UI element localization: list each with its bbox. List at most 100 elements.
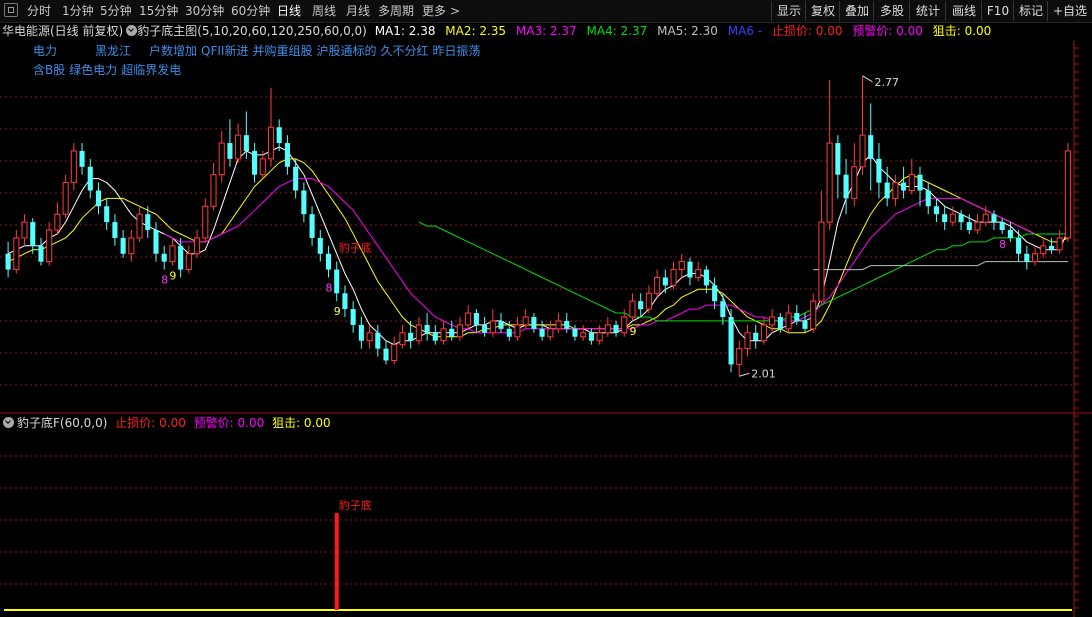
candle-body bbox=[153, 230, 159, 254]
candle-body bbox=[62, 182, 69, 215]
candle-body bbox=[276, 127, 282, 144]
candle-body bbox=[440, 328, 447, 342]
count-9-marker: 9 bbox=[169, 270, 176, 283]
candle-body bbox=[301, 190, 307, 215]
sub-indicator-name[interactable]: 豹子底F(60,0,0) bbox=[17, 416, 107, 430]
candle-body bbox=[366, 332, 373, 342]
sub-snipe-value: 狙击: 0.00 bbox=[272, 416, 331, 430]
candle-body bbox=[728, 316, 734, 365]
candle-body bbox=[46, 229, 53, 263]
candle-body bbox=[375, 332, 381, 349]
count-8-marker: 8 bbox=[326, 281, 333, 294]
candle-body bbox=[87, 166, 93, 191]
candle-body bbox=[802, 320, 808, 329]
candle-body bbox=[259, 158, 266, 176]
candle-body bbox=[38, 245, 44, 262]
candle-body bbox=[514, 324, 521, 338]
candle-body bbox=[794, 313, 800, 321]
candle-body bbox=[30, 222, 36, 246]
candle-body bbox=[901, 182, 907, 191]
low-price-label: 2.01 bbox=[751, 367, 776, 380]
candle-body bbox=[309, 214, 315, 238]
candle-body bbox=[892, 182, 899, 199]
candle-body bbox=[227, 143, 233, 159]
candle-body bbox=[818, 221, 825, 302]
sequence-markers: 888999 bbox=[161, 238, 1006, 338]
candle-body bbox=[112, 222, 118, 238]
count-8-marker: 8 bbox=[999, 238, 1006, 251]
candle-body bbox=[1040, 245, 1047, 255]
candle-body bbox=[925, 190, 931, 207]
candle-body bbox=[835, 143, 841, 175]
candle-body bbox=[596, 332, 603, 342]
candle-body bbox=[1007, 230, 1013, 238]
candle-body bbox=[432, 332, 438, 341]
candle-body bbox=[325, 253, 332, 270]
candle-body bbox=[104, 206, 110, 223]
kline-chart[interactable]: 888999 2.77 2.01 豹子底 豹子底 bbox=[0, 0, 1092, 617]
candle-body bbox=[654, 276, 661, 294]
signal-label: 豹子底 bbox=[339, 241, 372, 255]
candle-body bbox=[210, 174, 217, 207]
candle-body bbox=[1048, 245, 1055, 250]
sub-alert-value: 预警价: 0.00 bbox=[193, 416, 265, 430]
candle-body bbox=[21, 221, 28, 239]
candle-body bbox=[334, 269, 340, 294]
price-annotations: 2.77 2.01 豹子底 豹子底 bbox=[339, 75, 899, 512]
candle-body bbox=[531, 316, 537, 329]
candle-body bbox=[13, 237, 20, 271]
candle-body bbox=[662, 277, 668, 286]
candle-body bbox=[120, 237, 126, 254]
candle-body bbox=[54, 213, 61, 231]
candle-body bbox=[358, 324, 364, 341]
sub-indicator-bar: 豹子底F(60,0,0) 止损价: 0.00 预警价: 0.00 狙击: 0.0… bbox=[0, 414, 331, 432]
candle-body bbox=[202, 205, 209, 239]
candle-body bbox=[465, 312, 472, 326]
candle-body bbox=[473, 313, 479, 325]
candle-body bbox=[252, 150, 258, 175]
sub-signal-bar bbox=[334, 513, 339, 610]
high-pointer bbox=[862, 75, 873, 83]
candle-body bbox=[243, 135, 249, 151]
candle-body bbox=[399, 332, 406, 346]
candle-body bbox=[859, 134, 866, 168]
candle-body bbox=[908, 174, 915, 191]
candle-body bbox=[564, 320, 570, 329]
sub-indicator-dropdown-icon[interactable] bbox=[3, 417, 14, 428]
candle-body bbox=[194, 237, 201, 255]
candle-body bbox=[5, 253, 11, 270]
candle-body bbox=[128, 237, 135, 255]
candle-body bbox=[1064, 150, 1071, 239]
candle-body bbox=[572, 328, 578, 337]
candle-body bbox=[917, 174, 923, 191]
candle-body bbox=[810, 300, 817, 330]
candle-body bbox=[317, 237, 323, 254]
candle-body bbox=[267, 126, 275, 160]
candle-body bbox=[408, 332, 414, 341]
candle-body bbox=[785, 312, 792, 330]
candle-body bbox=[383, 348, 389, 361]
candle-body bbox=[760, 324, 767, 342]
candle-body bbox=[424, 324, 430, 333]
candle-body bbox=[498, 320, 504, 329]
candle-body bbox=[843, 174, 849, 199]
ma3-line bbox=[163, 178, 1068, 334]
sub-stop-loss-value: 止损价: 0.00 bbox=[115, 416, 186, 430]
candle-body bbox=[876, 158, 882, 183]
candle-body bbox=[218, 142, 225, 176]
candle-body bbox=[235, 134, 242, 160]
candle-body bbox=[826, 142, 833, 223]
candle-body bbox=[506, 328, 512, 337]
candle-body bbox=[991, 214, 997, 223]
candle-body bbox=[744, 332, 751, 350]
candle-body bbox=[588, 332, 594, 341]
candle-body bbox=[982, 213, 989, 223]
candle-body bbox=[604, 324, 611, 334]
candle-body bbox=[178, 245, 184, 270]
candle-body bbox=[621, 316, 628, 334]
candle-body bbox=[391, 344, 398, 361]
sub-indicator-panel bbox=[4, 513, 1072, 611]
candle-body bbox=[79, 150, 85, 167]
candle-body bbox=[482, 324, 488, 333]
candle-body bbox=[687, 261, 693, 278]
